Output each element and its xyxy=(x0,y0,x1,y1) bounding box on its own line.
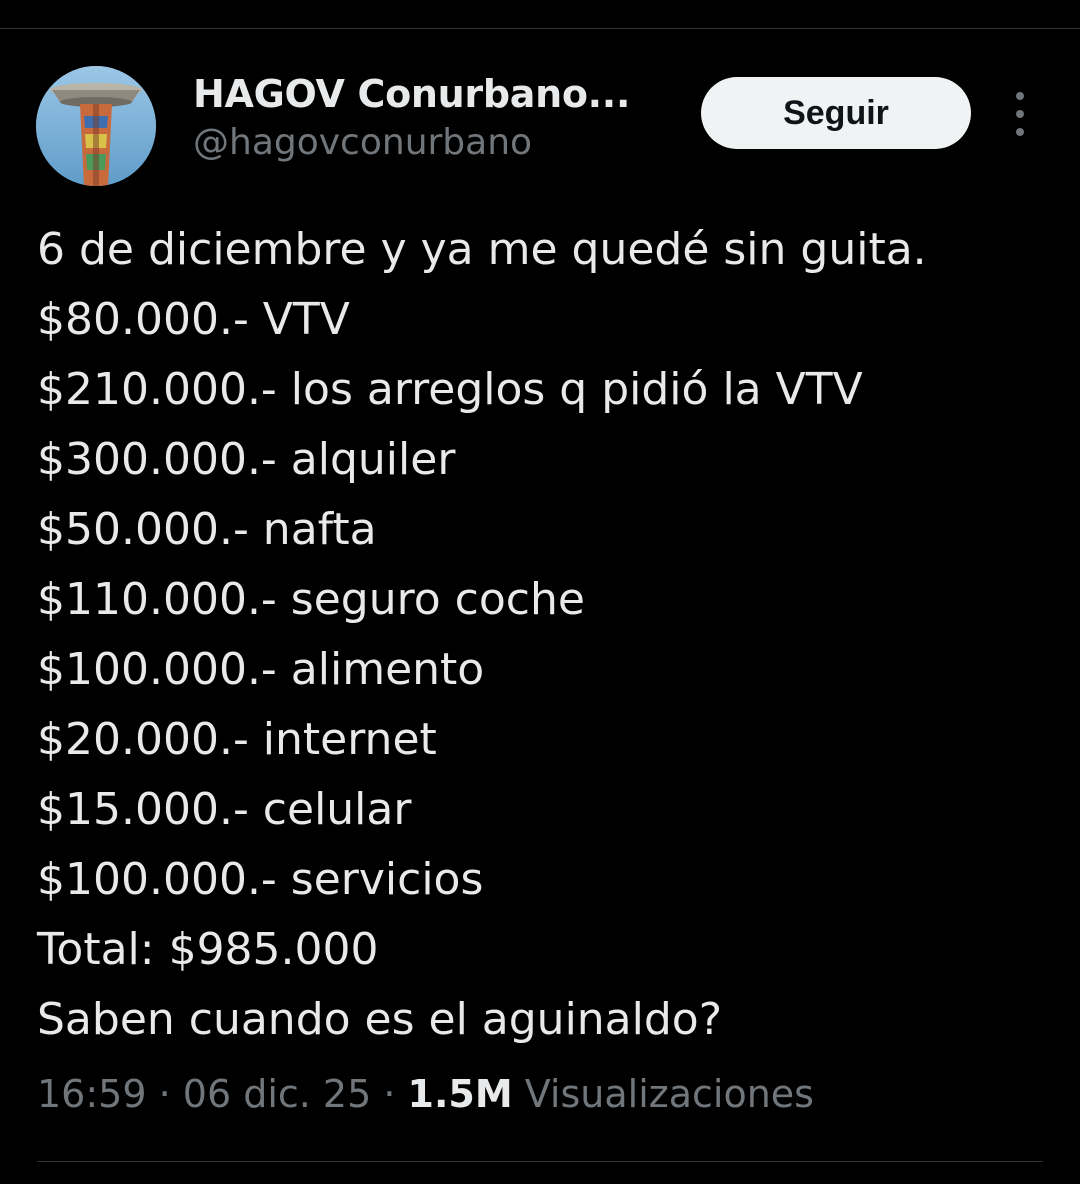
tweet-line: $300.000.- alquiler xyxy=(37,434,456,485)
tweet-time[interactable]: 16:59 xyxy=(37,1072,147,1116)
tweet-line: $100.000.- servicios xyxy=(37,854,484,905)
tweet-line: $50.000.- nafta xyxy=(37,504,377,555)
tweet-line: $110.000.- seguro coche xyxy=(37,574,585,625)
author-display-name[interactable]: HAGOV Conurbano... xyxy=(193,72,630,116)
top-divider xyxy=(0,28,1080,29)
meta-separator: · xyxy=(371,1072,408,1116)
avatar[interactable] xyxy=(36,66,156,186)
tweet-line: 6 de diciembre y ya me quedé sin guita. xyxy=(37,224,927,275)
tweet-line: $15.000.- celular xyxy=(37,784,412,835)
bottom-divider xyxy=(37,1161,1043,1162)
water-tower-avatar-icon xyxy=(36,66,156,186)
tweet-line: Total: $985.000 xyxy=(37,924,379,975)
meta-separator: · xyxy=(146,1072,183,1116)
tweet-header: HAGOV Conurbano... @hagovconurbano Segui… xyxy=(36,66,1046,186)
author-handle[interactable]: @hagovconurbano xyxy=(193,122,630,163)
tweet-text: 6 de diciembre y ya me quedé sin guita. … xyxy=(37,215,1047,1055)
views-label[interactable]: Visualizaciones xyxy=(525,1072,814,1116)
tweet-line: Saben cuando es el aguinaldo? xyxy=(37,994,723,1045)
tweet-meta: 16:59 · 06 dic. 25 · 1.5M Visualizacione… xyxy=(37,1072,814,1116)
tweet-line: $20.000.- internet xyxy=(37,714,437,765)
views-count[interactable]: 1.5M xyxy=(408,1072,513,1116)
tweet-line: $80.000.- VTV xyxy=(37,294,350,345)
tweet-line: $210.000.- los arreglos q pidió la VTV xyxy=(37,364,863,415)
dot-icon xyxy=(1016,128,1024,136)
dot-icon xyxy=(1016,92,1024,100)
more-options-icon[interactable] xyxy=(1005,92,1035,136)
author-names: HAGOV Conurbano... @hagovconurbano xyxy=(193,72,630,163)
dot-icon xyxy=(1016,110,1024,118)
tweet-line: $100.000.- alimento xyxy=(37,644,485,695)
tweet-date[interactable]: 06 dic. 25 xyxy=(183,1072,372,1116)
follow-button[interactable]: Seguir xyxy=(701,77,971,149)
